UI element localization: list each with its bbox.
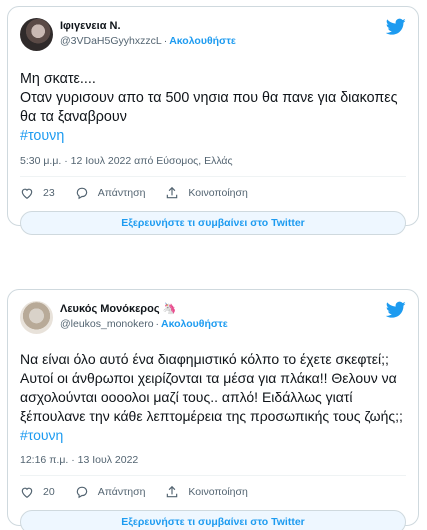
follow-link[interactable]: Ακολουθήστε	[161, 318, 228, 330]
tweet-text: Μη σκατε.... Οταν γυρισουν απο τα 500 νη…	[20, 71, 398, 144]
avatar[interactable]	[20, 301, 53, 334]
share-icon	[167, 485, 178, 497]
share-button[interactable]: Κοινοποίηση	[165, 485, 248, 499]
explore-twitter-button[interactable]: Εξερευνήστε τι συμβαίνει στο Twitter	[20, 510, 406, 530]
tweet-header: Λευκός Μονόκερος 🦄 @leukos_monokero · Ακολο…	[20, 301, 406, 341]
reply-icon	[76, 187, 87, 199]
heart-icon	[21, 487, 33, 498]
tweet-timestamp[interactable]: 12:16 π.μ. · 13 Ιουλ 2022	[20, 454, 406, 476]
follow-link[interactable]: Ακολουθήστε	[169, 35, 236, 47]
tweet-card: Λευκός Μονόκερος 🦄 @leukos_monokero · Ακολο…	[7, 289, 419, 530]
heart-icon	[21, 188, 33, 199]
author-info: Λευκός Μονόκερος 🦄 @leukos_monokero · Ακολο…	[60, 303, 228, 330]
twitter-bird-icon[interactable]	[386, 301, 406, 319]
share-label: Κοινοποίηση	[188, 485, 248, 498]
like-button[interactable]: 23	[20, 186, 55, 200]
like-count: 23	[43, 186, 55, 199]
share-button[interactable]: Κοινοποίηση	[165, 186, 248, 200]
handle[interactable]: @3VDaH5GyyhxzzcL	[60, 35, 162, 47]
reply-button[interactable]: Απάντηση	[75, 485, 146, 499]
reply-label: Απάντηση	[97, 485, 146, 498]
handle[interactable]: @leukos_monokero	[60, 318, 154, 330]
tweet-actions: 20 Απάντηση Κοινοποίηση	[20, 476, 406, 507]
unicorn-emoji-icon: 🦄	[162, 303, 177, 315]
author-info: Ιφιγενεια Ν. @3VDaH5GyyhxzzcL · Ακολουθήστ…	[60, 19, 236, 47]
tweet-timestamp[interactable]: 5:30 μ.μ. · 12 Ιουλ 2022 από Εύσομος, Ελ…	[20, 155, 406, 177]
reply-button[interactable]: Απάντηση	[75, 186, 146, 200]
explore-twitter-button[interactable]: Εξερευνήστε τι συμβαίνει στο Twitter	[20, 211, 406, 235]
like-button[interactable]: 20	[20, 485, 55, 499]
reply-label: Απάντηση	[97, 186, 146, 199]
tweet-card: Ιφιγενεια Ν. @3VDaH5GyyhxzzcL · Ακολουθήστ…	[7, 6, 419, 235]
tweet-text: Να είναι όλο αυτό ένα διαφημιστικό κόλπο…	[20, 351, 403, 443]
hashtag-link[interactable]: #τουνη	[20, 427, 63, 443]
share-icon	[167, 186, 178, 198]
display-name[interactable]: Λευκός Μονόκερος	[60, 303, 160, 315]
tweet-actions: 23 Απάντηση Κοινοποίηση	[20, 177, 406, 208]
like-count: 20	[43, 485, 55, 498]
reply-icon	[76, 486, 87, 498]
twitter-bird-icon[interactable]	[386, 18, 406, 36]
hashtag-link[interactable]: #τουνη	[20, 128, 64, 144]
tweet-header: Ιφιγενεια Ν. @3VDaH5GyyhxzzcL · Ακολουθήστ…	[20, 18, 406, 58]
display-name[interactable]: Ιφιγενεια Ν.	[60, 19, 236, 34]
avatar[interactable]	[20, 18, 53, 51]
share-label: Κοινοποίηση	[188, 186, 248, 199]
